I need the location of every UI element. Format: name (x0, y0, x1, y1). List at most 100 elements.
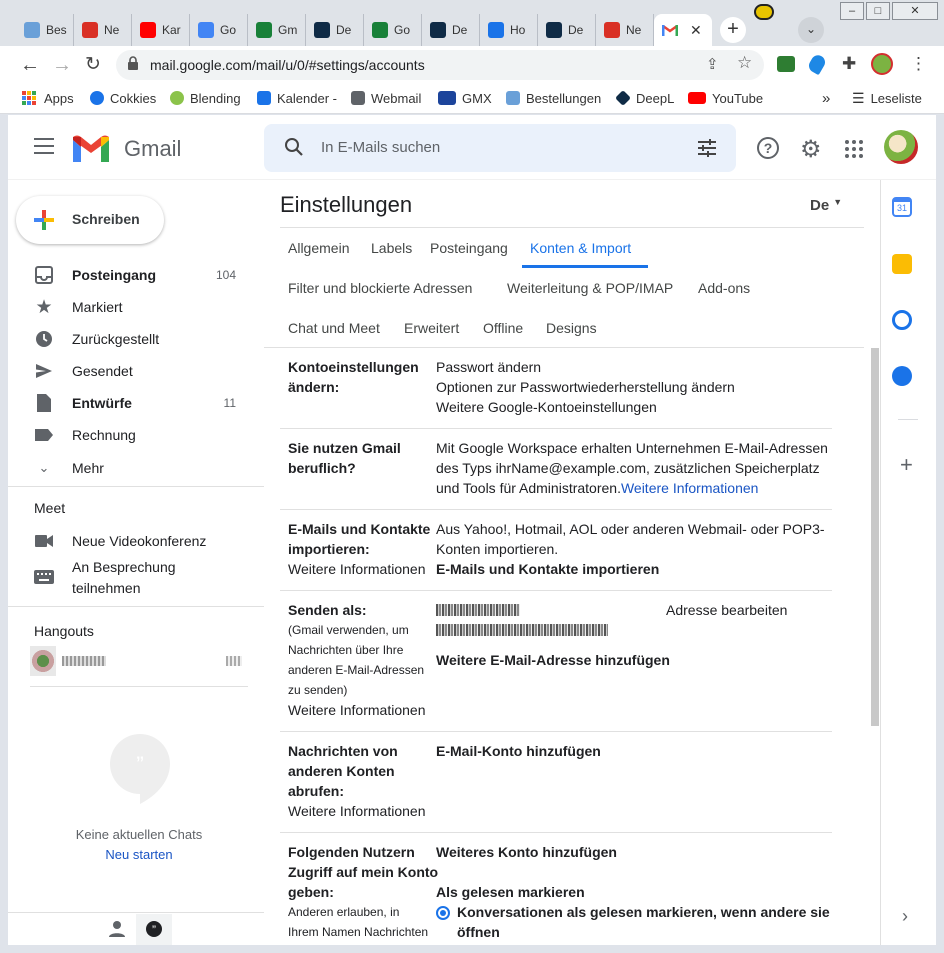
new-tab-button[interactable]: + (720, 17, 746, 43)
hangouts-start-link[interactable]: Neu starten (48, 847, 230, 862)
keep-app-icon[interactable] (892, 254, 912, 274)
get-addons-plus-icon[interactable]: + (900, 452, 913, 478)
add-another-account-link[interactable]: Weiteres Konto hinzufügen (436, 842, 617, 862)
search-bar[interactable]: In E-Mails suchen (264, 124, 736, 172)
bookmark-star-icon[interactable]: ☆ (737, 53, 752, 73)
minimize-button[interactable]: – (840, 2, 864, 20)
bookmark-webmail[interactable]: Webmail (351, 84, 421, 112)
google-apps-icon[interactable] (845, 140, 863, 158)
back-icon[interactable]: ← (20, 54, 40, 77)
tab-search-button[interactable]: ⌄ (798, 17, 824, 43)
close-tab-icon[interactable]: ✕ (690, 22, 702, 39)
row-business-title: Sie nutzen Gmail beruflich? (288, 440, 401, 476)
close-window-button[interactable]: ✕ (892, 2, 938, 20)
more-bookmarks-icon[interactable]: » (822, 84, 830, 112)
bookmark-bestellungen[interactable]: Bestellungen (506, 84, 601, 112)
bookmark-kalender[interactable]: Kalender - (257, 84, 337, 112)
hangouts-footer-divider (8, 912, 264, 913)
browser-tab[interactable]: Ne (74, 14, 132, 46)
nav-zurueckgestellt[interactable]: Zurückgestellt (8, 323, 256, 355)
account-avatar[interactable] (884, 130, 918, 164)
browser-tab[interactable]: De (306, 14, 364, 46)
google-account-settings-link[interactable]: Weitere Google-Kontoeinstellungen (436, 397, 657, 417)
nav-rechnung[interactable]: Rechnung (8, 419, 256, 451)
settings-gear-icon[interactable]: ⚙ (800, 135, 822, 164)
help-icon[interactable]: ? (757, 137, 779, 159)
bookmark-deepl[interactable]: DeepL (615, 84, 674, 112)
browser-tab[interactable]: De (422, 14, 480, 46)
extension-green-icon[interactable] (777, 56, 795, 72)
tab-chat-meet[interactable]: Chat und Meet (288, 320, 380, 336)
mark-read-option-line1: Konversationen als gelesen markieren, we… (457, 904, 830, 920)
fetch-learn-more-link[interactable]: Weitere Informationen (288, 801, 425, 821)
browser-menu-icon[interactable]: ⋮ (910, 54, 927, 74)
mark-read-radio[interactable] (436, 906, 450, 920)
forward-icon[interactable]: → (52, 54, 72, 77)
nav-gesendet[interactable]: Gesendet (8, 355, 256, 387)
share-icon[interactable]: ⇪ (706, 55, 719, 73)
tab-weiterleitung[interactable]: Weiterleitung & POP/IMAP (507, 280, 673, 296)
search-icon[interactable] (284, 137, 304, 162)
browser-profile-avatar[interactable] (871, 53, 893, 75)
add-mail-account-link[interactable]: E-Mail-Konto hinzufügen (436, 741, 601, 761)
maximize-button[interactable]: □ (866, 2, 890, 20)
nav-markiert[interactable]: ★ Markiert (8, 291, 256, 323)
tab-labels[interactable]: Labels (371, 240, 412, 256)
bookmark-youtube[interactable]: YouTube (688, 84, 763, 112)
compose-button[interactable]: Schreiben (16, 196, 164, 244)
business-learn-more-link[interactable]: Weitere Informationen (621, 480, 758, 496)
bookmark-apps[interactable]: Apps (22, 84, 74, 112)
browser-tab[interactable]: Ne (596, 14, 654, 46)
tab-gmail-active[interactable]: ✕ (654, 14, 712, 46)
tab-offline[interactable]: Offline (483, 320, 523, 336)
meet-new-meeting[interactable]: Neue Videokonferenz (8, 525, 256, 557)
browser-tab[interactable]: Gm (248, 14, 306, 46)
tab-designs[interactable]: Designs (546, 320, 597, 336)
bookmark-cokkies[interactable]: Cokkies (90, 84, 156, 112)
browser-tab[interactable]: Bes (16, 14, 74, 46)
change-password-link[interactable]: Passwort ändern (436, 357, 541, 377)
extensions-puzzle-icon[interactable]: ✚ (842, 54, 856, 74)
contacts-person-icon[interactable] (108, 920, 126, 938)
hangouts-user-avatar[interactable] (30, 646, 56, 676)
tab-allgemein[interactable]: Allgemein (288, 240, 349, 256)
address-bar[interactable]: mail.google.com/mail/u/0/#settings/accou… (116, 50, 764, 80)
hangouts-tab-icon[interactable]: ” (136, 914, 172, 945)
browser-tab[interactable]: Go (190, 14, 248, 46)
main-menu-icon[interactable] (34, 138, 54, 154)
browser-tab[interactable]: De (538, 14, 596, 46)
import-mail-contacts-link[interactable]: E-Mails und Kontakte importieren (436, 559, 659, 579)
edit-address-link[interactable]: Adresse bearbeiten (666, 600, 787, 620)
tab-favicon-icon (604, 22, 620, 38)
sendas-learn-more-link[interactable]: Weitere Informationen (288, 700, 425, 720)
reading-list[interactable]: ☰ Leseliste (852, 84, 922, 112)
bookmark-gmx[interactable]: GMX (438, 84, 492, 112)
tab-erweitert[interactable]: Erweitert (404, 320, 459, 336)
settings-scrollbar-thumb[interactable] (871, 348, 879, 726)
gmail-logo-icon[interactable] (73, 135, 109, 162)
tab-posteingang[interactable]: Posteingang (430, 240, 508, 256)
calendar-app-icon[interactable]: 31 (892, 197, 912, 217)
nav-entwuerfe[interactable]: Entwürfe 11 (8, 387, 256, 419)
tab-konten-import[interactable]: Konten & Import (530, 240, 631, 256)
browser-tab[interactable]: Kar (132, 14, 190, 46)
bookmark-blending[interactable]: Blending (170, 84, 241, 112)
add-email-address-link[interactable]: Weitere E-Mail-Adresse hinzufügen (436, 650, 670, 670)
tab-filter[interactable]: Filter und blockierte Adressen (288, 280, 472, 296)
tasks-app-icon[interactable] (892, 310, 912, 330)
meet-join-meeting[interactable]: An Besprechung teilnehmen (8, 557, 256, 599)
nav-posteingang[interactable]: Posteingang 104 (8, 259, 256, 291)
import-learn-more-link[interactable]: Weitere Informationen (288, 559, 425, 579)
hide-side-panel-chevron-icon[interactable]: › (902, 906, 908, 927)
search-input[interactable]: In E-Mails suchen (321, 139, 440, 156)
tab-addons[interactable]: Add-ons (698, 280, 750, 296)
reload-icon[interactable]: ↻ (85, 53, 101, 76)
browser-tab[interactable]: Go (364, 14, 422, 46)
contacts-app-icon[interactable] (892, 366, 912, 386)
recovery-options-link[interactable]: Optionen zur Passwortwiederherstellung ä… (436, 377, 735, 397)
input-tools-button[interactable]: De ▼ (810, 197, 842, 214)
hangouts-user-name-blurred (62, 656, 106, 666)
nav-mehr[interactable]: ⌄ Mehr (8, 452, 256, 484)
browser-tab[interactable]: Ho (480, 14, 538, 46)
search-options-icon[interactable] (697, 138, 717, 163)
